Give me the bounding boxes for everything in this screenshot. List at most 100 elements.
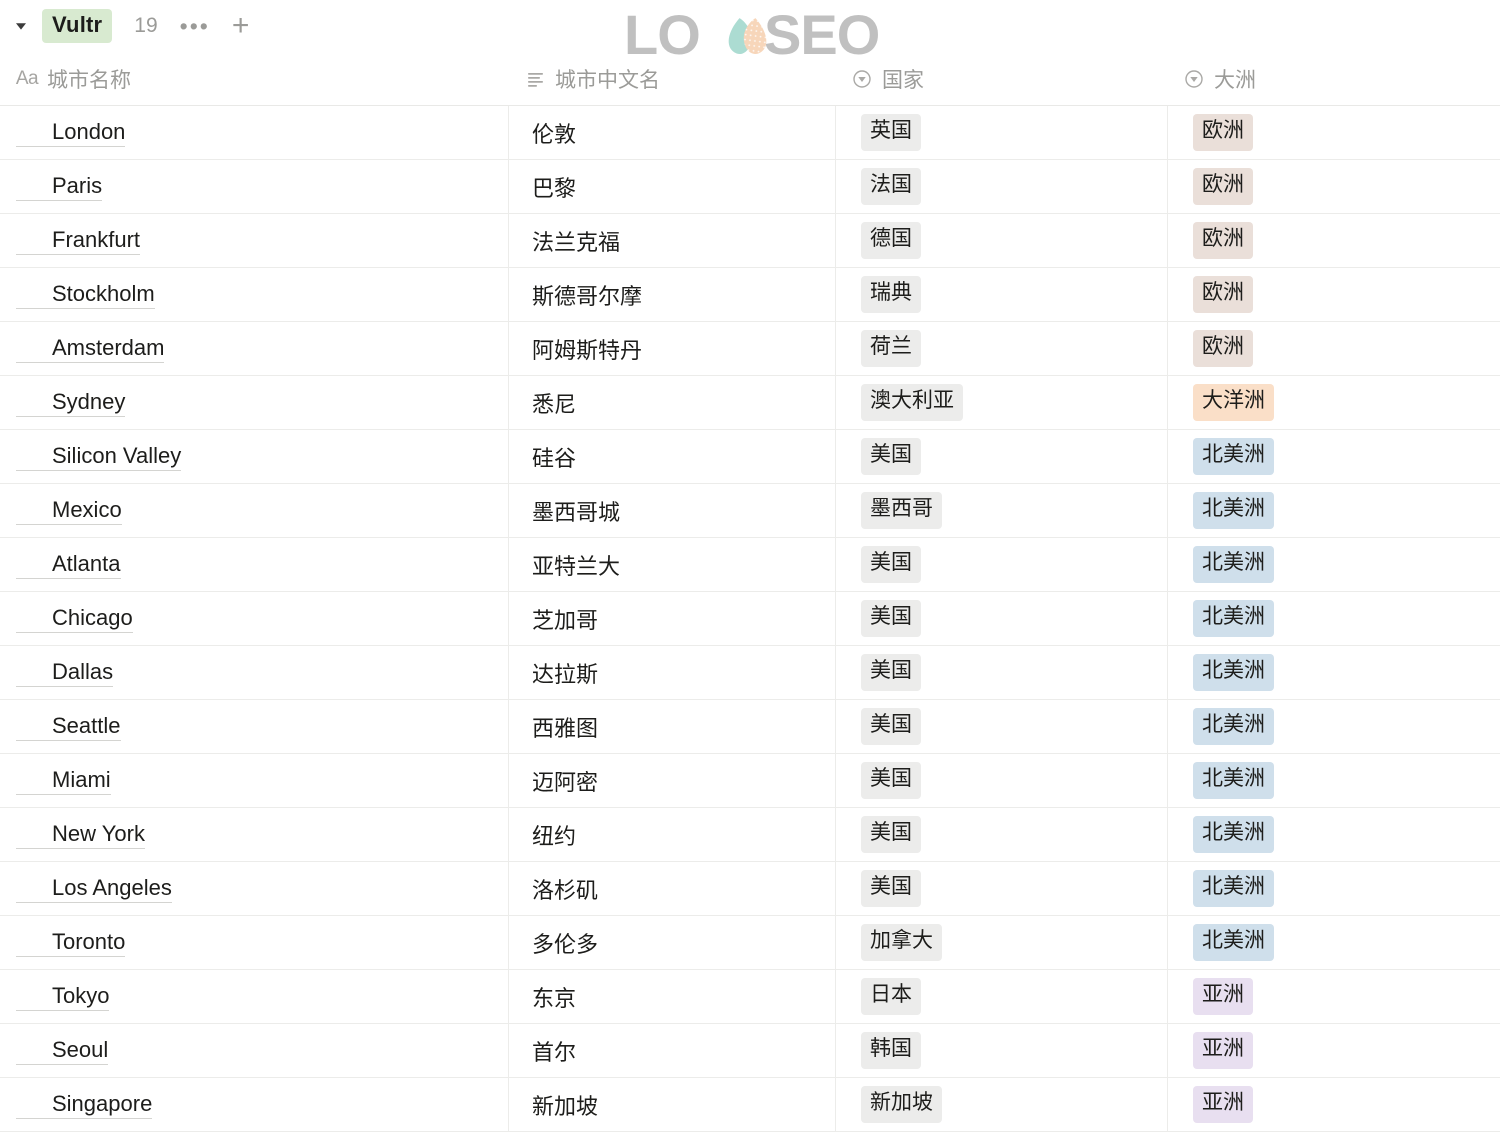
- column-header-continent[interactable]: 大洲: [1167, 52, 1500, 105]
- table-row[interactable]: Amsterdam 阿姆斯特丹 荷兰 欧洲: [0, 322, 1500, 376]
- column-header-city[interactable]: Aa 城市名称: [0, 52, 508, 105]
- cell-continent[interactable]: 欧洲: [1167, 160, 1500, 213]
- cell-continent[interactable]: 北美洲: [1167, 646, 1500, 699]
- cell-city-cn[interactable]: 西雅图: [508, 700, 835, 753]
- cell-city-cn[interactable]: 新加坡: [508, 1078, 835, 1131]
- city-page-link[interactable]: Singapore: [16, 1090, 153, 1120]
- cell-city-cn[interactable]: 亚特兰大: [508, 538, 835, 591]
- cell-city-cn[interactable]: 洛杉矶: [508, 862, 835, 915]
- cell-city-cn[interactable]: 伦敦: [508, 106, 835, 159]
- cell-continent[interactable]: 北美洲: [1167, 862, 1500, 915]
- cell-city-cn[interactable]: 法兰克福: [508, 214, 835, 267]
- country-tag[interactable]: 美国: [861, 816, 921, 853]
- continent-tag[interactable]: 北美洲: [1193, 438, 1274, 475]
- continent-tag[interactable]: 欧洲: [1193, 168, 1253, 205]
- country-tag[interactable]: 瑞典: [861, 276, 921, 313]
- city-page-link[interactable]: Tokyo: [16, 982, 110, 1012]
- column-header-city-cn[interactable]: 城市中文名: [508, 52, 835, 105]
- table-row[interactable]: Silicon Valley 硅谷 美国 北美洲: [0, 430, 1500, 484]
- cell-country[interactable]: 澳大利亚: [835, 376, 1167, 429]
- cell-continent[interactable]: 欧洲: [1167, 322, 1500, 375]
- country-tag[interactable]: 荷兰: [861, 330, 921, 367]
- country-tag[interactable]: 日本: [861, 978, 921, 1015]
- continent-tag[interactable]: 欧洲: [1193, 276, 1253, 313]
- country-tag[interactable]: 美国: [861, 438, 921, 475]
- city-page-link[interactable]: Toronto: [16, 928, 126, 958]
- table-row[interactable]: Los Angeles 洛杉矶 美国 北美洲: [0, 862, 1500, 916]
- city-page-link[interactable]: Mexico: [16, 496, 122, 526]
- cell-country[interactable]: 荷兰: [835, 322, 1167, 375]
- cell-city-cn[interactable]: 墨西哥城: [508, 484, 835, 537]
- continent-tag[interactable]: 北美洲: [1193, 546, 1274, 583]
- cell-city-cn[interactable]: 斯德哥尔摩: [508, 268, 835, 321]
- cell-country[interactable]: 德国: [835, 214, 1167, 267]
- add-row-icon[interactable]: +: [232, 11, 250, 41]
- cell-city-cn[interactable]: 首尔: [508, 1024, 835, 1077]
- continent-tag[interactable]: 北美洲: [1193, 924, 1274, 961]
- continent-tag[interactable]: 北美洲: [1193, 708, 1274, 745]
- table-row[interactable]: Dallas 达拉斯 美国 北美洲: [0, 646, 1500, 700]
- cell-country[interactable]: 美国: [835, 538, 1167, 591]
- table-row[interactable]: Paris 巴黎 法国 欧洲: [0, 160, 1500, 214]
- cell-continent[interactable]: 亚洲: [1167, 970, 1500, 1023]
- continent-tag[interactable]: 北美洲: [1193, 600, 1274, 637]
- city-page-link[interactable]: Frankfurt: [16, 226, 141, 256]
- cell-continent[interactable]: 北美洲: [1167, 700, 1500, 753]
- table-row[interactable]: Chicago 芝加哥 美国 北美洲: [0, 592, 1500, 646]
- cell-city-cn[interactable]: 达拉斯: [508, 646, 835, 699]
- country-tag[interactable]: 美国: [861, 600, 921, 637]
- cell-continent[interactable]: 北美洲: [1167, 592, 1500, 645]
- cell-country[interactable]: 美国: [835, 808, 1167, 861]
- cell-country[interactable]: 加拿大: [835, 916, 1167, 969]
- database-title[interactable]: Vultr: [42, 9, 113, 43]
- city-page-link[interactable]: London: [16, 118, 126, 148]
- table-row[interactable]: Frankfurt 法兰克福 德国 欧洲: [0, 214, 1500, 268]
- cell-country[interactable]: 墨西哥: [835, 484, 1167, 537]
- table-row[interactable]: Stockholm 斯德哥尔摩 瑞典 欧洲: [0, 268, 1500, 322]
- cell-country[interactable]: 法国: [835, 160, 1167, 213]
- cell-city-cn[interactable]: 纽约: [508, 808, 835, 861]
- cell-continent[interactable]: 北美洲: [1167, 808, 1500, 861]
- country-tag[interactable]: 美国: [861, 762, 921, 799]
- continent-tag[interactable]: 北美洲: [1193, 492, 1274, 529]
- cell-country[interactable]: 新加坡: [835, 1078, 1167, 1131]
- table-row[interactable]: Toronto 多伦多 加拿大 北美洲: [0, 916, 1500, 970]
- continent-tag[interactable]: 亚洲: [1193, 1032, 1253, 1069]
- cell-city-cn[interactable]: 硅谷: [508, 430, 835, 483]
- continent-tag[interactable]: 北美洲: [1193, 816, 1274, 853]
- country-tag[interactable]: 新加坡: [861, 1086, 942, 1123]
- table-row[interactable]: Mexico 墨西哥城 墨西哥 北美洲: [0, 484, 1500, 538]
- cell-continent[interactable]: 欧洲: [1167, 268, 1500, 321]
- country-tag[interactable]: 英国: [861, 114, 921, 151]
- more-options-icon[interactable]: •••: [180, 15, 210, 38]
- table-row[interactable]: Sydney 悉尼 澳大利亚 大洋洲: [0, 376, 1500, 430]
- city-page-link[interactable]: Stockholm: [16, 280, 155, 310]
- table-row[interactable]: Miami 迈阿密 美国 北美洲: [0, 754, 1500, 808]
- city-page-link[interactable]: Paris: [16, 172, 103, 202]
- city-page-link[interactable]: Amsterdam: [16, 334, 165, 364]
- city-page-link[interactable]: Sydney: [16, 388, 126, 418]
- table-row[interactable]: Tokyo 东京 日本 亚洲: [0, 970, 1500, 1024]
- country-tag[interactable]: 美国: [861, 870, 921, 907]
- cell-country[interactable]: 美国: [835, 862, 1167, 915]
- cell-continent[interactable]: 北美洲: [1167, 430, 1500, 483]
- city-page-link[interactable]: Chicago: [16, 604, 133, 634]
- table-row[interactable]: London 伦敦 英国 欧洲: [0, 106, 1500, 160]
- cell-city-cn[interactable]: 多伦多: [508, 916, 835, 969]
- continent-tag[interactable]: 亚洲: [1193, 1086, 1253, 1123]
- table-row[interactable]: Singapore 新加坡 新加坡 亚洲: [0, 1078, 1500, 1132]
- continent-tag[interactable]: 北美洲: [1193, 654, 1274, 691]
- city-page-link[interactable]: Atlanta: [16, 550, 121, 580]
- cell-continent[interactable]: 欧洲: [1167, 106, 1500, 159]
- country-tag[interactable]: 法国: [861, 168, 921, 205]
- cell-city-cn[interactable]: 巴黎: [508, 160, 835, 213]
- cell-city-cn[interactable]: 东京: [508, 970, 835, 1023]
- cell-country[interactable]: 韩国: [835, 1024, 1167, 1077]
- continent-tag[interactable]: 欧洲: [1193, 330, 1253, 367]
- cell-city-cn[interactable]: 悉尼: [508, 376, 835, 429]
- table-row[interactable]: Seattle 西雅图 美国 北美洲: [0, 700, 1500, 754]
- continent-tag[interactable]: 欧洲: [1193, 222, 1253, 259]
- country-tag[interactable]: 韩国: [861, 1032, 921, 1069]
- city-page-link[interactable]: Los Angeles: [16, 874, 172, 904]
- city-page-link[interactable]: Seattle: [16, 712, 121, 742]
